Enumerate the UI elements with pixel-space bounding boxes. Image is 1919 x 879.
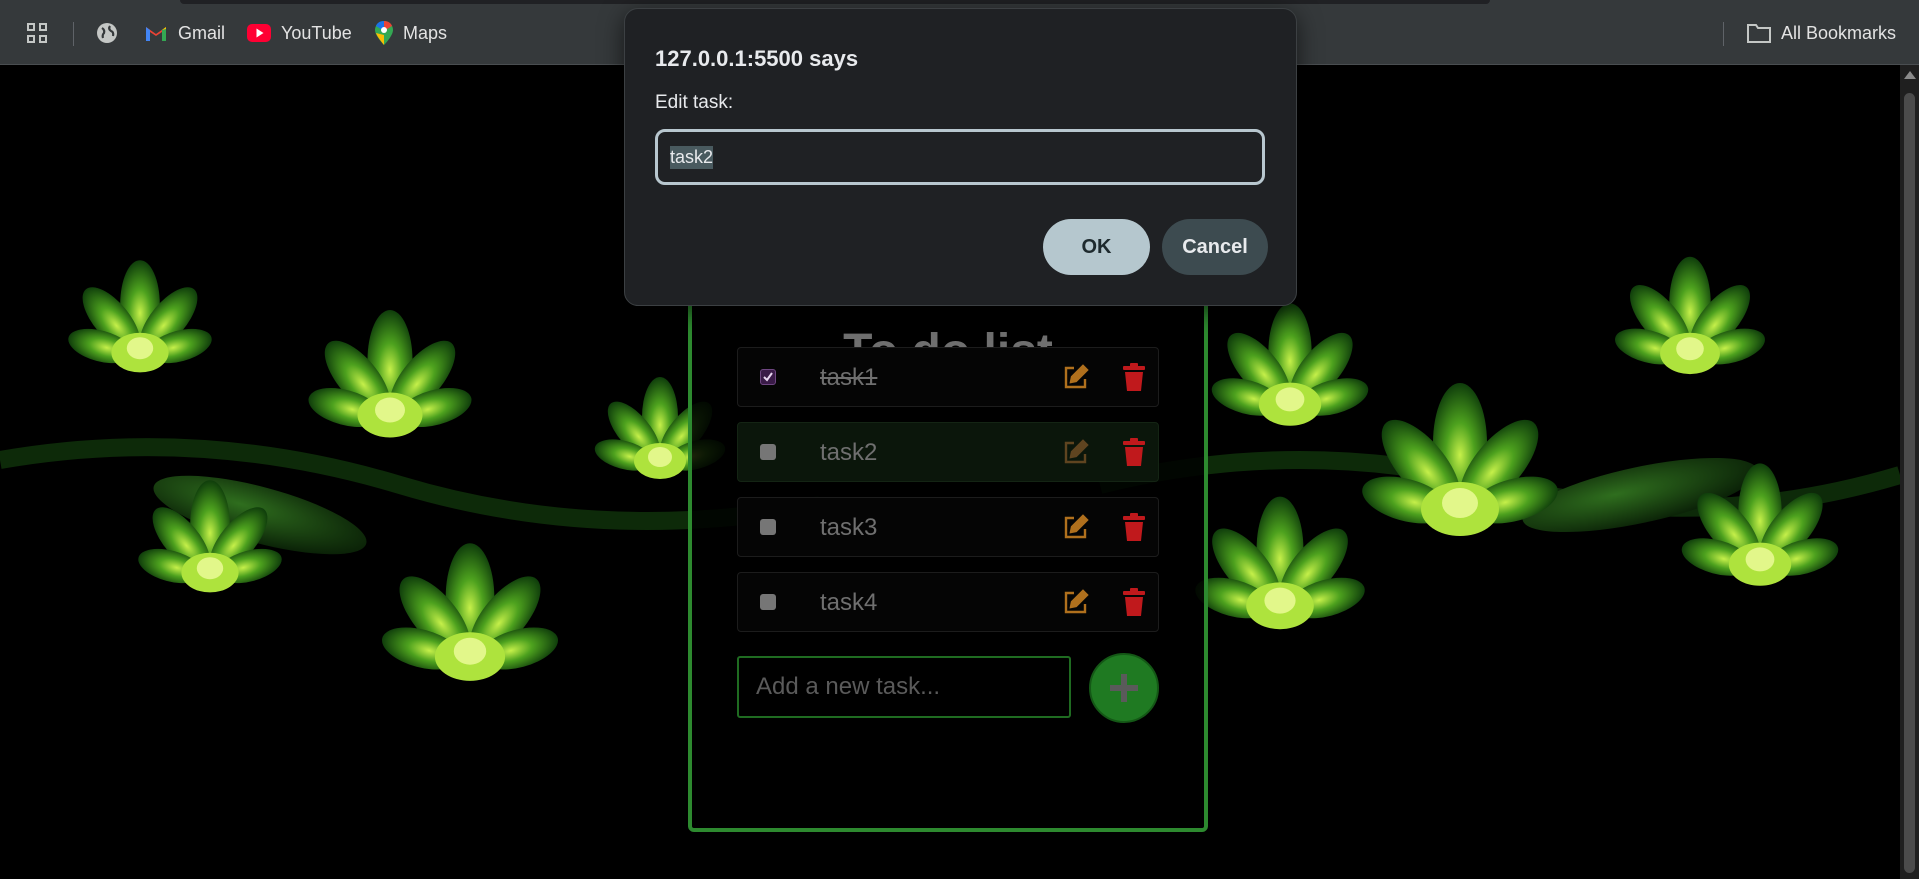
scroll-up-arrow-icon[interactable] bbox=[1904, 71, 1916, 79]
task-row: task3 bbox=[737, 497, 1159, 557]
cancel-button[interactable]: Cancel bbox=[1162, 219, 1268, 275]
dialog-input[interactable]: task2 bbox=[655, 129, 1265, 185]
edit-icon[interactable] bbox=[1063, 364, 1089, 390]
plus-icon bbox=[1110, 674, 1138, 702]
dialog-title: 127.0.0.1:5500 says bbox=[655, 46, 859, 71]
youtube-icon bbox=[247, 24, 271, 42]
edit-task-prompt-dialog: 127.0.0.1:5500 says Edit task: task2 OK … bbox=[624, 8, 1297, 306]
new-task-input[interactable] bbox=[737, 656, 1071, 718]
bookmark-gmail[interactable]: Gmail bbox=[144, 20, 225, 46]
page-scrollbar[interactable] bbox=[1900, 65, 1919, 879]
bookmarks-separator-right bbox=[1723, 22, 1724, 46]
todo-card: To do list task1 task2 bbox=[688, 240, 1208, 832]
edit-icon[interactable] bbox=[1063, 514, 1089, 540]
task-checkbox[interactable] bbox=[760, 369, 776, 385]
gmail-icon bbox=[146, 27, 166, 41]
task-checkbox[interactable] bbox=[760, 444, 776, 460]
task-text: task2 bbox=[820, 439, 878, 466]
dialog-input-value: task2 bbox=[670, 145, 714, 169]
trash-icon[interactable] bbox=[1122, 588, 1146, 616]
task-checkbox[interactable] bbox=[760, 519, 776, 535]
globe-icon[interactable] bbox=[96, 20, 118, 46]
bookmark-maps-label: Maps bbox=[403, 22, 448, 43]
task-text: task3 bbox=[820, 514, 878, 541]
checkmark-icon bbox=[763, 372, 773, 382]
trash-icon[interactable] bbox=[1122, 438, 1146, 466]
edit-icon[interactable] bbox=[1063, 439, 1089, 465]
task-row: task4 bbox=[737, 572, 1159, 632]
bookmark-maps[interactable]: Maps bbox=[375, 20, 447, 46]
trash-icon[interactable] bbox=[1122, 513, 1146, 541]
add-task-button[interactable] bbox=[1089, 653, 1159, 723]
all-bookmarks-button[interactable]: All Bookmarks bbox=[1747, 20, 1896, 46]
ok-button[interactable]: OK bbox=[1043, 219, 1150, 275]
bookmark-youtube-label: YouTube bbox=[281, 22, 352, 43]
task-text: task4 bbox=[820, 589, 878, 616]
bookmarks-separator bbox=[73, 22, 74, 46]
folder-icon bbox=[1747, 24, 1771, 43]
tab-strip-edge bbox=[180, 0, 1490, 4]
task-row: task1 bbox=[737, 347, 1159, 407]
maps-icon bbox=[375, 21, 393, 45]
bookmark-gmail-label: Gmail bbox=[178, 22, 226, 43]
task-checkbox[interactable] bbox=[760, 594, 776, 610]
bookmark-youtube[interactable]: YouTube bbox=[247, 20, 352, 46]
trash-icon[interactable] bbox=[1122, 363, 1146, 391]
edit-icon[interactable] bbox=[1063, 589, 1089, 615]
task-text: task1 bbox=[820, 364, 878, 391]
task-row: task2 bbox=[737, 422, 1159, 482]
dialog-message: Edit task: bbox=[655, 92, 734, 113]
scroll-thumb[interactable] bbox=[1904, 93, 1915, 873]
all-bookmarks-label: All Bookmarks bbox=[1781, 22, 1897, 43]
apps-icon[interactable] bbox=[26, 20, 48, 46]
